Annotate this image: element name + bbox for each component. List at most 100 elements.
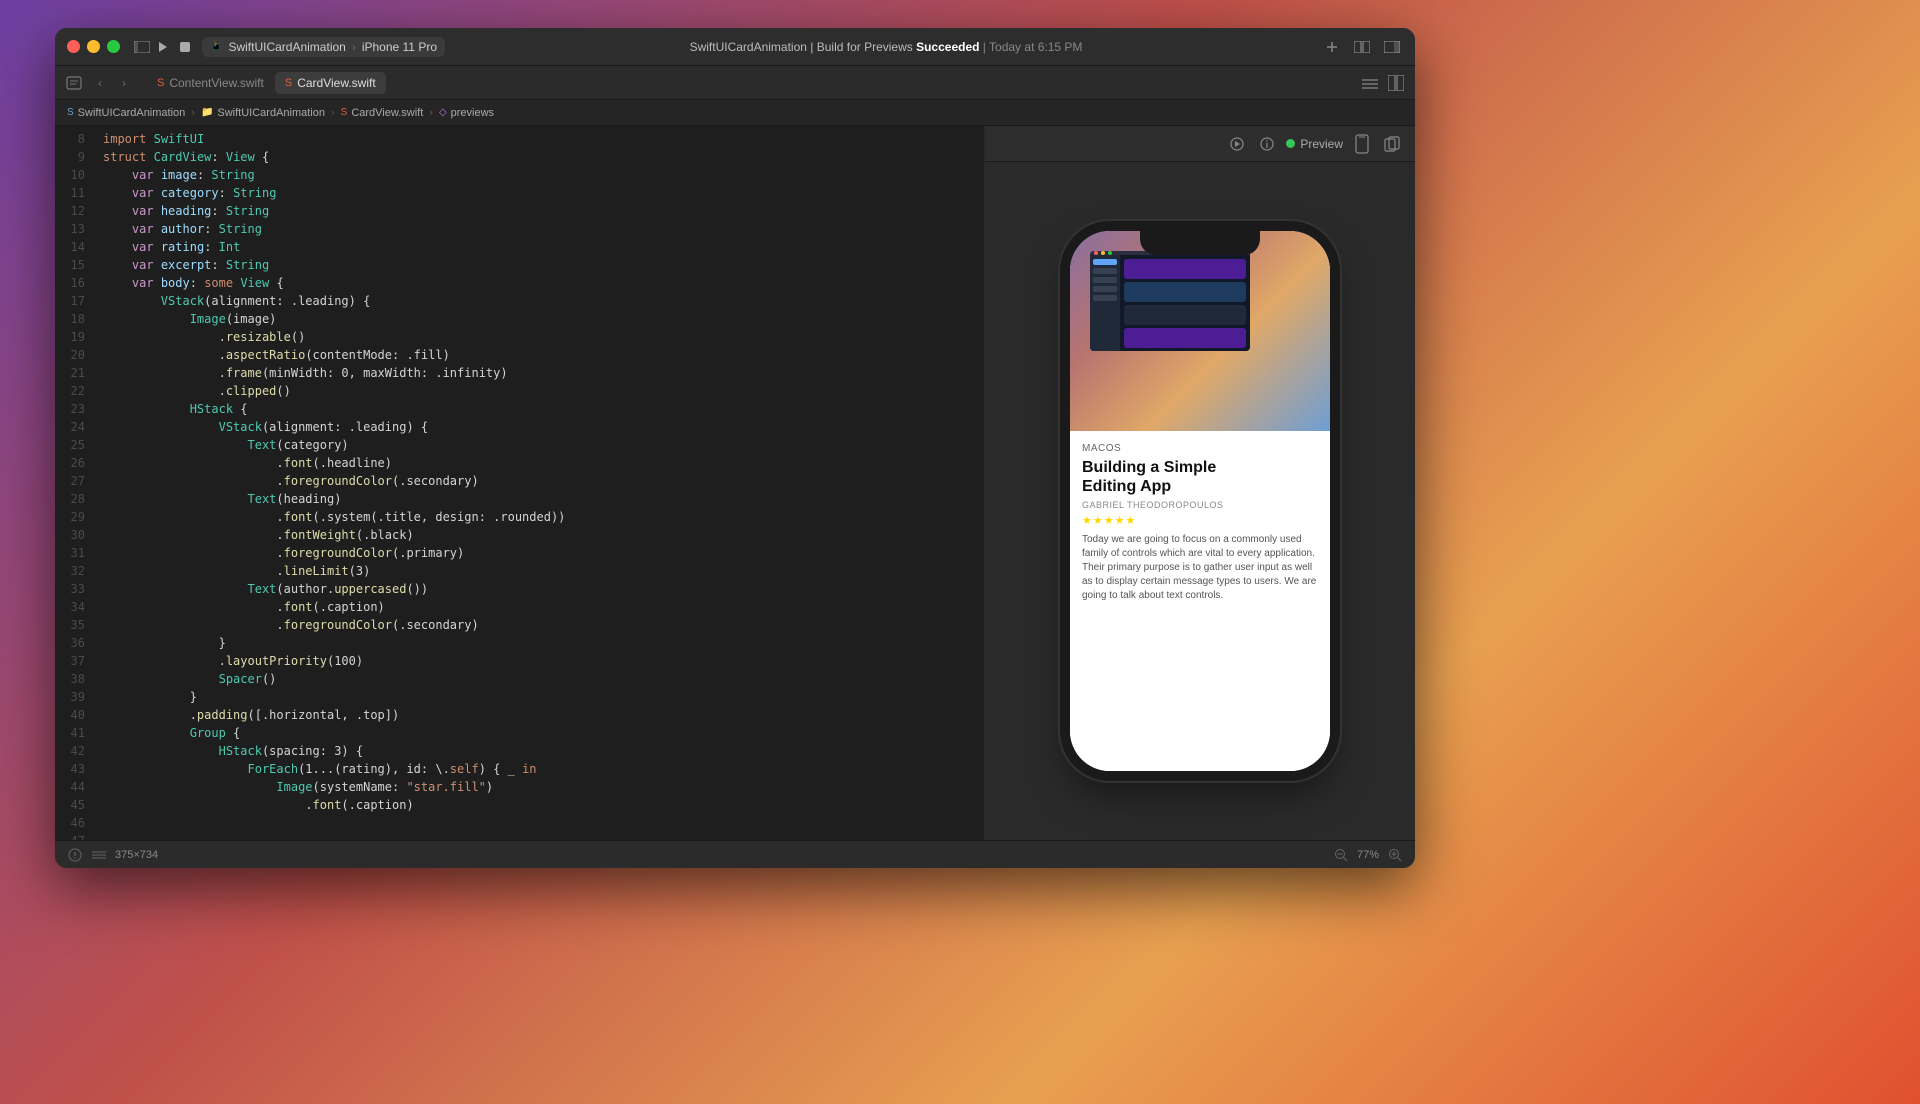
tab-card-view[interactable]: S CardView.swift [275,72,386,94]
run-button[interactable] [152,36,174,58]
swift-file-icon-2: S [285,77,292,89]
minimize-button[interactable] [87,40,100,53]
breadcrumb-project-label: SwiftUICardAnimation [78,107,186,119]
lines-icon[interactable] [91,847,107,863]
preview-toolbar: Preview [985,126,1415,162]
code-editor[interactable]: 8 9 10 11 12 13 14 15 16 17 18 19 20 21 … [55,126,985,840]
breadcrumb-folder-label: SwiftUICardAnimation [217,107,325,119]
layout-button[interactable] [1381,36,1403,58]
tab-content-view[interactable]: S ContentView.swift [147,72,274,94]
card-text-content: macOS Building a SimpleEditing App GABRI… [1070,431,1330,771]
star-2: ★ [1093,514,1103,527]
card-excerpt: Today we are going to focus on a commonl… [1082,533,1318,603]
line-numbers: 8 9 10 11 12 13 14 15 16 17 18 19 20 21 … [55,130,95,836]
titlebar: 📱 SwiftUICardAnimation › iPhone 11 Pro S… [55,28,1415,66]
star-5: ★ [1126,514,1136,527]
breadcrumb-sep-1: › [191,107,195,119]
ls-sidebar-item [1093,268,1117,274]
status-bar: 375×734 77% [55,840,1415,868]
close-button[interactable] [67,40,80,53]
warning-icon[interactable] [67,847,83,863]
ls-sidebar-item [1093,286,1117,292]
ls-sidebar-item [1093,277,1117,283]
status-bold: Succeeded [916,40,979,54]
sidebar-toggle-button[interactable] [132,37,152,57]
ls-sidebar-item [1093,295,1117,301]
breadcrumb-file-label: CardView.swift [351,107,423,119]
breadcrumb-sep-3: › [429,107,433,119]
split-view-button[interactable] [1351,36,1373,58]
breadcrumb-scope[interactable]: ◇ previews [439,107,494,119]
breadcrumb-folder[interactable]: 📁 SwiftUICardAnimation [201,107,325,119]
ls-sidebar [1090,255,1120,351]
iphone-screen: macOS Building a SimpleEditing App GABRI… [1070,231,1330,771]
xcode-window: 📱 SwiftUICardAnimation › iPhone 11 Pro S… [55,28,1415,868]
code-content: 8 9 10 11 12 13 14 15 16 17 18 19 20 21 … [55,126,984,840]
breadcrumb-file[interactable]: S CardView.swift [341,107,424,119]
star-1: ★ [1082,514,1092,527]
zoom-in-icon[interactable] [1387,847,1403,863]
forward-button[interactable]: › [113,72,135,94]
ls-card [1124,328,1246,348]
add-button[interactable] [1321,36,1343,58]
navigation-buttons: ‹ › [89,72,135,94]
swift-file-icon: S [157,77,164,89]
card-title: Building a SimpleEditing App [1082,458,1318,496]
preview-label: Preview [1300,137,1343,151]
iphone-notch [1140,231,1260,255]
laptop-screen [1090,251,1250,351]
breadcrumb-bar: S SwiftUICardAnimation › 📁 SwiftUICardAn… [55,100,1415,126]
iphone-mockup: macOS Building a SimpleEditing App GABRI… [1070,231,1330,771]
preview-play-button[interactable] [1226,133,1248,155]
card-author: GABRIEL THEODOROPOULOS [1082,500,1318,510]
preview-active-dot [1286,139,1295,148]
card-category: macOS [1082,443,1318,454]
laptop-screen-content [1090,255,1250,351]
fullscreen-button[interactable] [107,40,120,53]
titlebar-right-actions [1321,36,1403,58]
ls-card [1124,259,1246,279]
toolbar: ‹ › S ContentView.swift S CardView.swift [55,66,1415,100]
device-name: iPhone 11 Pro [362,40,437,54]
scheme-selector[interactable]: 📱 SwiftUICardAnimation › iPhone 11 Pro [202,37,445,57]
ls-main-content [1120,255,1250,351]
traffic-lights [67,40,120,53]
ls-sidebar-item [1093,259,1117,265]
preview-device-button[interactable] [1351,133,1373,155]
status-bar-right: 77% [1333,847,1403,863]
preview-info-button[interactable] [1256,133,1278,155]
preview-indicator: Preview [1286,137,1343,151]
tab-card-view-label: CardView.swift [297,76,375,90]
main-content: 8 9 10 11 12 13 14 15 16 17 18 19 20 21 … [55,126,1415,840]
status-time: | Today at 6:15 PM [979,40,1082,54]
split-editor-button[interactable] [1385,72,1407,94]
status-project: SwiftUICardAnimation | Build for Preview… [690,40,917,54]
build-status: SwiftUICardAnimation | Build for Preview… [451,40,1321,54]
scheme-name: SwiftUICardAnimation [228,40,345,54]
breadcrumb-scope-label: previews [451,107,494,119]
star-4: ★ [1115,514,1125,527]
editor-options-button[interactable] [1359,72,1381,94]
toolbar-right [1359,72,1407,94]
breadcrumb-project[interactable]: S SwiftUICardAnimation [67,107,185,119]
zoom-level: 77% [1357,849,1379,861]
preview-panel: Preview [985,126,1415,840]
star-3: ★ [1104,514,1114,527]
tab-content-view-label: ContentView.swift [169,76,264,90]
card-stars: ★ ★ ★ ★ ★ [1082,514,1318,527]
ls-card [1124,305,1246,325]
ls-card [1124,282,1246,302]
laptop-illustration [1070,231,1330,431]
back-button[interactable]: ‹ [89,72,111,94]
breadcrumb-sep-2: › [331,107,335,119]
stop-button[interactable] [174,36,196,58]
zoom-out-icon[interactable] [1333,847,1349,863]
tab-bar: S ContentView.swift S CardView.swift [147,72,1347,94]
editor-icon[interactable] [63,72,85,94]
preview-duplicate-button[interactable] [1381,133,1403,155]
preview-content: macOS Building a SimpleEditing App GABRI… [985,162,1415,840]
status-bar-left: 375×734 [67,847,158,863]
code-lines: import SwiftUI struct CardView: View { v… [95,130,984,836]
size-label: 375×734 [115,849,158,861]
card-image [1070,231,1330,431]
